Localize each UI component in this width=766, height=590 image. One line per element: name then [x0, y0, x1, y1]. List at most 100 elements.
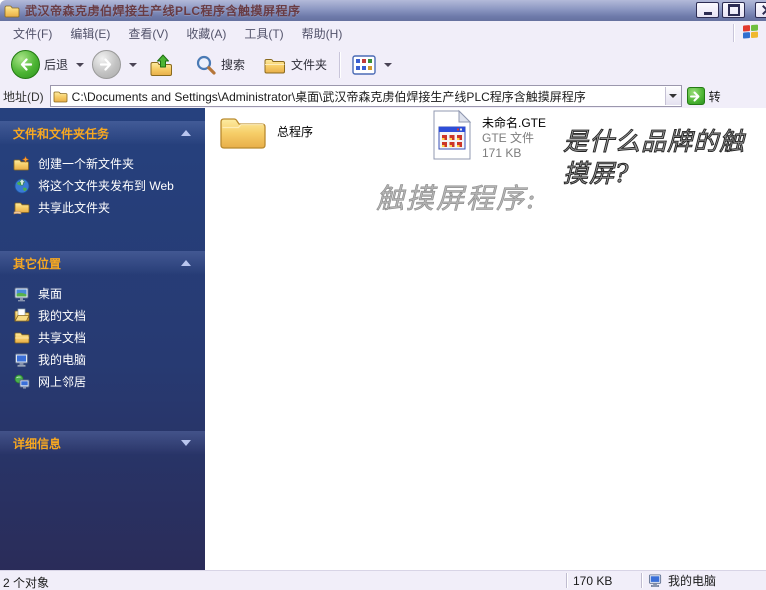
title-bar[interactable]: 武汉帝森克虏伯焊接生产线PLC程序含触摸屏程序: [0, 0, 766, 21]
menu-favorites[interactable]: 收藏(A): [177, 22, 235, 45]
back-icon: [11, 50, 40, 79]
status-bar: 2 个对象 170 KB 我的电脑: [0, 570, 766, 590]
menu-help[interactable]: 帮助(H): [293, 22, 352, 45]
search-label: 搜索: [221, 56, 245, 73]
forward-button[interactable]: [87, 46, 126, 83]
shared-documents-icon: [13, 329, 30, 346]
menu-bar: 文件(F) 编辑(E) 查看(V) 收藏(A) 工具(T) 帮助(H): [0, 21, 766, 46]
place-shared-documents[interactable]: 共享文档: [13, 328, 201, 347]
place-label: 桌面: [38, 285, 62, 302]
menu-tools[interactable]: 工具(T): [235, 22, 292, 45]
status-object-count: 2 个对象: [3, 574, 49, 590]
panel-file-tasks: 文件和文件夹任务 创建一个新文件夹: [0, 121, 205, 224]
expand-arrow-icon: [181, 440, 191, 446]
task-label: 将这个文件夹发布到 Web: [38, 177, 174, 194]
views-button[interactable]: [347, 51, 381, 79]
status-location: 我的电脑: [648, 572, 716, 589]
menu-view[interactable]: 查看(V): [119, 22, 177, 45]
window-controls: [693, 2, 766, 18]
place-desktop[interactable]: 桌面: [13, 284, 201, 303]
panel-title: 详细信息: [13, 435, 61, 452]
file-name: 总程序: [277, 123, 313, 140]
explorer-window: 武汉帝森克虏伯焊接生产线PLC程序含触摸屏程序 文件(F) 编辑(E) 查看(V…: [0, 0, 766, 590]
publish-to-web-icon: [13, 177, 30, 194]
panel-details: 详细信息: [0, 431, 205, 455]
go-area: 转: [687, 87, 721, 105]
window-title: 武汉帝森克虏伯焊接生产线PLC程序含触摸屏程序: [25, 2, 301, 19]
my-documents-icon: [13, 307, 30, 324]
folders-icon: [263, 55, 287, 75]
panel-title: 文件和文件夹任务: [13, 125, 109, 142]
file-list-area: 总程序: [205, 108, 766, 571]
task-label: 创建一个新文件夹: [38, 155, 134, 172]
address-dropdown-button[interactable]: [665, 87, 681, 105]
folders-label: 文件夹: [291, 56, 327, 73]
share-folder-icon: [13, 199, 30, 216]
file-item-folder[interactable]: 总程序: [218, 111, 313, 151]
task-publish-to-web[interactable]: 将这个文件夹发布到 Web: [13, 176, 201, 195]
statusbar-separator: [566, 573, 567, 588]
window-folder-icon: [4, 4, 20, 18]
status-size: 170 KB: [573, 574, 612, 588]
up-button[interactable]: [144, 49, 180, 81]
panel-details-header[interactable]: 详细信息: [0, 431, 205, 455]
toolbar: 后退 搜索: [0, 45, 766, 85]
place-network-places[interactable]: 网上邻居: [13, 372, 201, 391]
place-label: 共享文档: [38, 329, 86, 346]
address-bar: 地址(D) C:\Documents and Settings\Administ…: [0, 84, 766, 109]
minimize-icon: [704, 12, 712, 15]
back-button[interactable]: 后退: [6, 46, 73, 83]
place-my-documents[interactable]: 我的文档: [13, 306, 201, 325]
desktop-icon: [13, 285, 30, 302]
search-button[interactable]: 搜索: [190, 50, 250, 80]
views-dropdown-icon[interactable]: [384, 63, 392, 67]
address-path: C:\Documents and Settings\Administrator\…: [72, 88, 665, 105]
back-dropdown-icon[interactable]: [76, 63, 84, 67]
file-item-gte[interactable]: 未命名.GTE GTE 文件 171 KB: [431, 109, 546, 161]
task-pane: 文件和文件夹任务 创建一个新文件夹: [0, 108, 205, 571]
go-button[interactable]: [687, 87, 705, 105]
task-share-folder[interactable]: 共享此文件夹: [13, 198, 201, 217]
address-dropdown-icon: [669, 94, 677, 98]
go-label: 转: [709, 88, 721, 105]
status-location-label: 我的电脑: [668, 572, 716, 589]
task-create-new-folder[interactable]: 创建一个新文件夹: [13, 154, 201, 173]
minimize-button[interactable]: [696, 2, 719, 18]
file-size: 171 KB: [482, 146, 546, 161]
place-label: 我的电脑: [38, 351, 86, 368]
my-computer-icon: [13, 351, 30, 368]
statusbar-separator: [641, 573, 642, 588]
main-area: 文件和文件夹任务 创建一个新文件夹: [0, 108, 766, 571]
gte-file-icon: [431, 109, 473, 161]
new-folder-icon: [13, 155, 30, 172]
close-button[interactable]: [755, 2, 766, 18]
place-label: 我的文档: [38, 307, 86, 324]
panel-file-tasks-header[interactable]: 文件和文件夹任务: [0, 121, 205, 145]
place-label: 网上邻居: [38, 373, 86, 390]
views-icon: [352, 55, 376, 75]
annotation-touchscreen-program: 触摸屏程序:: [376, 177, 537, 217]
forward-icon: [92, 50, 121, 79]
go-arrow-icon: [690, 91, 701, 102]
address-input[interactable]: C:\Documents and Settings\Administrator\…: [50, 85, 682, 107]
task-label: 共享此文件夹: [38, 199, 110, 216]
up-folder-icon: [149, 53, 175, 77]
search-icon: [195, 54, 217, 76]
folders-button[interactable]: 文件夹: [258, 51, 332, 79]
toolbar-separator: [339, 52, 340, 78]
menu-file[interactable]: 文件(F): [4, 22, 61, 45]
panel-other-places: 其它位置 桌面: [0, 251, 205, 398]
my-computer-icon: [648, 573, 663, 588]
panel-other-places-header[interactable]: 其它位置: [0, 251, 205, 275]
maximize-icon: [728, 4, 740, 16]
address-label: 地址(D): [3, 88, 44, 105]
panel-title: 其它位置: [13, 255, 61, 272]
menu-edit[interactable]: 编辑(E): [61, 22, 119, 45]
menubar-separator: [733, 24, 734, 42]
maximize-button[interactable]: [722, 2, 745, 18]
place-my-computer[interactable]: 我的电脑: [13, 350, 201, 369]
address-folder-icon: [53, 90, 68, 103]
windows-logo-icon: [743, 24, 760, 40]
forward-dropdown-icon[interactable]: [129, 63, 137, 67]
close-icon: [762, 5, 766, 15]
